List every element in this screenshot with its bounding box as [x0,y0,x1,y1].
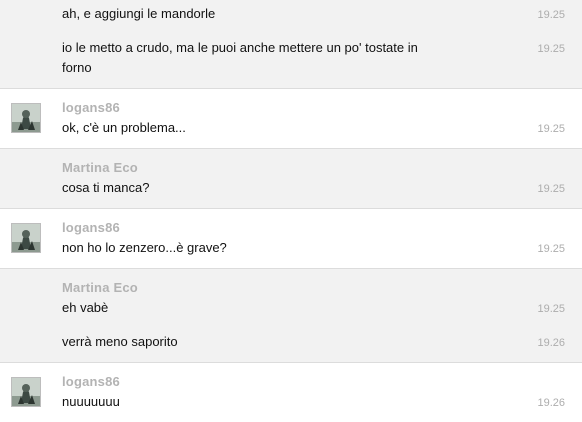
message-text: ok, c'è un problema... [62,120,186,135]
sender-name: Martina Eco [62,160,138,175]
message-timestamp: 19.25 [537,303,565,315]
user-avatar-icon[interactable] [11,223,41,253]
message-timestamp: 19.25 [537,9,565,21]
message-group: logans86 non ho lo zenzero...è grave? 19… [0,209,582,269]
message-timestamp: 19.25 [537,243,565,255]
message-timestamp: 19.25 [537,123,565,135]
chat-log: ah, e aggiungi le mandorle 19.25 io le m… [0,0,582,422]
message-text: ah, e aggiungi le mandorle [62,6,216,21]
message-timestamp: 19.26 [537,337,565,349]
message-group: Martina Eco eh vabè 19.25 verrà meno sap… [0,269,582,363]
message-group: logans86 ok, c'è un problema... 19.25 [0,89,582,149]
avatar-image [12,378,40,406]
sender-name: logans86 [62,100,120,115]
user-avatar-icon[interactable] [11,377,41,407]
avatar-image [12,104,40,132]
sender-name: Martina Eco [62,280,138,295]
message-text: eh vabè [62,300,109,315]
message-timestamp: 19.25 [537,183,565,195]
message-text: verrà meno saporito [62,334,178,349]
sender-name: logans86 [62,220,120,235]
avatar-image [12,224,40,252]
message-text: non ho lo zenzero...è grave? [62,240,227,255]
sender-name: logans86 [62,374,120,389]
message-timestamp: 19.25 [537,43,565,55]
message-group: logans86 nuuuuuuu 19.26 [0,363,582,422]
message-group: Martina Eco cosa ti manca? 19.25 [0,149,582,209]
user-avatar-icon[interactable] [11,103,41,133]
message-text: cosa ti manca? [62,180,150,195]
message-text: io le metto a crudo, ma le puoi anche me… [62,40,418,75]
message-group: ah, e aggiungi le mandorle 19.25 io le m… [0,0,582,89]
message-timestamp: 19.26 [537,397,565,409]
message-text: nuuuuuuu [62,394,120,409]
